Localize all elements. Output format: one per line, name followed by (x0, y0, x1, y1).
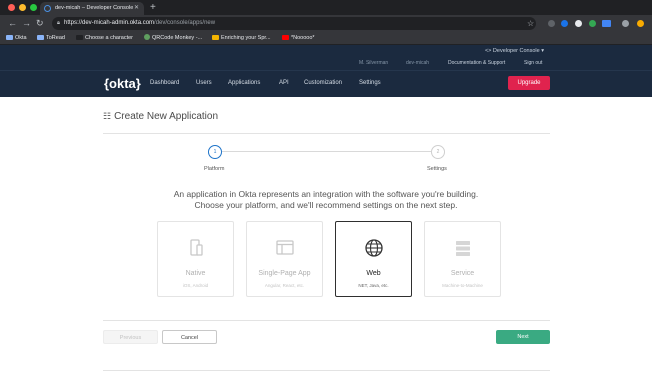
close-window-button[interactable] (8, 4, 15, 11)
platform-desc: NET, Java, etc. (358, 283, 389, 288)
step-2-label: Settings (427, 166, 447, 172)
nav-users[interactable]: Users (196, 71, 212, 96)
apps-grid-icon: ☷ (103, 111, 112, 121)
page-title: ☷ Create New Application (103, 111, 218, 122)
divider (103, 133, 550, 134)
step-1-indicator: 1 (208, 145, 222, 159)
stepper-track (222, 151, 431, 152)
extension-icon[interactable] (575, 20, 582, 27)
bookmarks-bar: Okta ToRead Choose a character QRCode Mo… (0, 32, 652, 45)
platform-card-native[interactable]: Native iOS, Android (157, 221, 234, 297)
bookmark-icon (76, 34, 83, 40)
platform-card-web[interactable]: Web NET, Java, etc. (335, 221, 412, 297)
bookmark-item[interactable]: ToRead (37, 32, 65, 45)
new-tab-icon[interactable]: + (150, 1, 156, 14)
platform-desc: Angular, React, etc. (264, 283, 305, 288)
mobile-icon (190, 239, 203, 256)
monkey-icon (144, 33, 150, 40)
divider (103, 370, 550, 371)
okta-main-nav: {okta} Dashboard Users Applications API … (0, 70, 652, 97)
profile-avatar[interactable] (637, 20, 644, 27)
extension-icon[interactable] (602, 20, 611, 27)
developer-console-switcher[interactable]: <> Developer Console ▾ (485, 48, 544, 54)
documentation-link[interactable]: Documentation & Support (448, 60, 505, 66)
divider (103, 320, 550, 321)
nav-applications[interactable]: Applications (228, 71, 260, 96)
bookmark-item[interactable]: Okta (6, 32, 27, 45)
platform-name: Native (185, 270, 206, 277)
extension-icon[interactable] (548, 20, 555, 27)
page-title-text: Create New Application (114, 111, 219, 122)
nav-settings[interactable]: Settings (359, 71, 381, 96)
platform-desc: Machine-to-Machine (442, 283, 483, 288)
lock-icon: 🔒︎ (57, 20, 60, 26)
step-1-label: Platform (204, 166, 225, 172)
extension-icon[interactable] (622, 20, 629, 27)
org-name: dev-micah (406, 60, 430, 66)
platform-desc: iOS, Android (182, 283, 209, 288)
reload-icon[interactable]: ↻ (36, 17, 44, 30)
bookmark-item[interactable]: QRCode Monkey -... (144, 32, 202, 45)
youtube-icon (282, 34, 289, 40)
step-2-indicator: 2 (431, 145, 445, 159)
okta-favicon-icon (44, 5, 51, 12)
url-host: https://dev-micah-admin.okta.com (64, 20, 155, 26)
bookmark-star-icon[interactable]: ☆ (527, 17, 534, 30)
server-icon (456, 241, 470, 256)
platform-name: Web (366, 270, 381, 277)
tab-close-icon[interactable]: ✕ (134, 2, 139, 15)
cancel-button[interactable]: Cancel (162, 330, 217, 344)
okta-admin-header: <> Developer Console ▾ M. Silverman dev-… (0, 45, 652, 70)
nav-api[interactable]: API (279, 71, 289, 96)
tab-title: dev-micah – Developer Console (55, 5, 134, 11)
url-path: /dev/console/apps/new (154, 20, 216, 26)
browser-tab[interactable]: dev-micah – Developer Console ✕ (40, 2, 144, 15)
platform-name: Service (450, 270, 475, 277)
globe-icon (365, 239, 383, 257)
previous-button[interactable]: Previous (103, 330, 158, 344)
folder-icon (37, 34, 44, 40)
okta-logo[interactable]: {okta} (104, 75, 141, 93)
bookmark-item[interactable]: Enriching your Spr... (212, 32, 271, 45)
extension-icon[interactable] (561, 20, 568, 27)
bookmark-item[interactable]: Choose a character (76, 32, 133, 45)
platform-name: Single-Page App (258, 270, 311, 277)
maximize-window-button[interactable] (30, 4, 37, 11)
url-input[interactable]: 🔒︎ https://dev-micah-admin.okta.com/dev/… (52, 17, 536, 30)
bookmark-item[interactable]: *Nooooo* (282, 32, 315, 45)
minimize-window-button[interactable] (19, 4, 26, 11)
platform-card-service[interactable]: Service Machine-to-Machine (424, 221, 501, 297)
user-name: M. Silverman (359, 60, 389, 66)
pinwheel-icon (212, 34, 219, 40)
nav-customization[interactable]: Customization (304, 71, 342, 96)
upgrade-button[interactable]: Upgrade (508, 76, 550, 90)
browser-tab-bar: dev-micah – Developer Console ✕ + (0, 0, 652, 15)
intro-text: An application in Okta represents an int… (173, 189, 479, 210)
nav-dashboard[interactable]: Dashboard (150, 71, 179, 96)
next-button[interactable]: Next (496, 330, 550, 344)
forward-arrow-icon[interactable]: → (22, 17, 31, 30)
platform-card-spa[interactable]: Single-Page App Angular, React, etc. (246, 221, 323, 297)
browser-window-icon (276, 240, 294, 255)
extension-icon[interactable] (589, 20, 596, 27)
sign-out-link[interactable]: Sign out (524, 60, 542, 66)
back-arrow-icon[interactable]: ← (8, 17, 17, 30)
folder-icon (6, 34, 13, 40)
address-toolbar: ← → ↻ 🔒︎ https://dev-micah-admin.okta.co… (0, 15, 652, 32)
